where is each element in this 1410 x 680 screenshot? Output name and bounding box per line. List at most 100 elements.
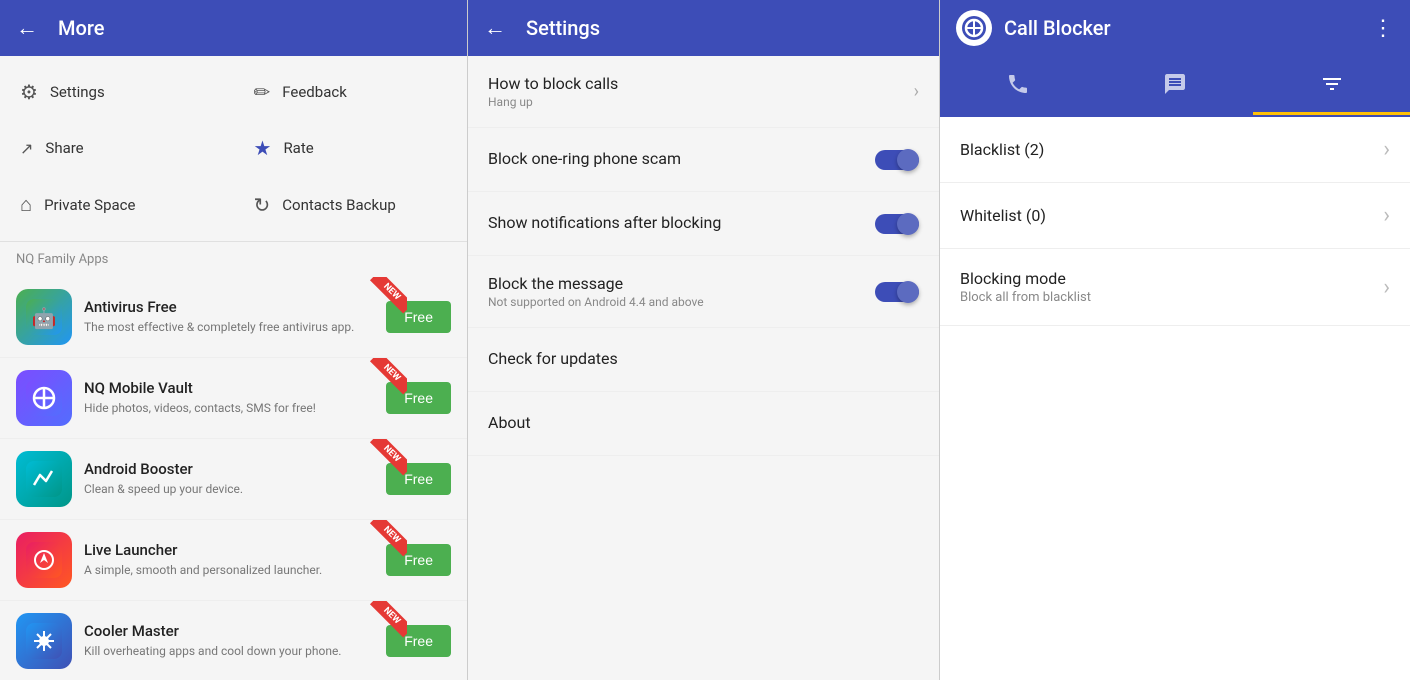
middle-panel: ← Settings How to block calls Hang up › … [468, 0, 940, 680]
settings-item-sub: Not supported on Android 4.4 and above [488, 295, 875, 309]
list-item[interactable]: Cooler Master Kill overheating apps and … [0, 601, 467, 680]
share-label: Share [45, 139, 83, 157]
settings-item-title: Block the message [488, 274, 875, 293]
settings-item-text: How to block calls Hang up [488, 74, 914, 109]
app-desc: The most effective & completely free ant… [84, 319, 386, 336]
settings-item-block-calls[interactable]: How to block calls Hang up › [468, 56, 939, 128]
app-name: Android Booster [84, 460, 386, 478]
settings-item-text: Check for updates [488, 349, 919, 370]
settings-item-title: Check for updates [488, 349, 919, 368]
settings-item-title: Show notifications after blocking [488, 213, 875, 232]
app-info: Android Booster Clean & speed up your de… [84, 460, 386, 498]
settings-item-text: About [488, 413, 919, 434]
menu-private-space[interactable]: ⌂ Private Space [0, 176, 234, 233]
blacklist-text: Blacklist (2) [960, 140, 1383, 159]
launcher-icon [16, 532, 72, 588]
toggle-thumb [897, 213, 919, 235]
settings-item-title: Block one-ring phone scam [488, 149, 875, 168]
list-item[interactable]: 🤖 Antivirus Free The most effective & co… [0, 277, 467, 358]
app-name: Live Launcher [84, 541, 386, 559]
left-panel: ← More ⚙ Settings ✏ Feedback ↗ Share ★ R… [0, 0, 468, 680]
settings-item-about[interactable]: About [468, 392, 939, 456]
svg-text:🤖: 🤖 [32, 306, 57, 330]
app-desc: Kill overheating apps and cool down your… [84, 643, 386, 660]
more-options-icon[interactable]: ⋮ [1372, 16, 1394, 41]
vault-icon [16, 370, 72, 426]
menu-share[interactable]: ↗ Share [0, 120, 234, 176]
list-item[interactable]: NQ Mobile Vault Hide photos, videos, con… [0, 358, 467, 439]
install-button[interactable]: Free [386, 625, 451, 657]
menu-settings[interactable]: ⚙ Settings [0, 64, 234, 120]
toggle-thumb [897, 149, 919, 171]
menu-rate[interactable]: ★ Rate [234, 120, 468, 176]
contacts-backup-label: Contacts Backup [282, 196, 396, 214]
app-logo [956, 10, 992, 46]
settings-item-text: Show notifications after blocking [488, 213, 875, 234]
blocking-mode-item[interactable]: Blocking mode Block all from blacklist › [940, 249, 1410, 326]
app-desc: Hide photos, videos, contacts, SMS for f… [84, 400, 386, 417]
whitelist-text: Whitelist (0) [960, 206, 1383, 225]
toggle-ring-scam[interactable] [875, 148, 919, 172]
right-title: Call Blocker [1004, 16, 1372, 40]
app-info: Antivirus Free The most effective & comp… [84, 298, 386, 336]
chevron-right-icon: › [1383, 275, 1390, 300]
blocklist: Blacklist (2) › Whitelist (0) › Blocking… [940, 117, 1410, 680]
tab-phone[interactable] [940, 56, 1097, 115]
chevron-right-icon: › [1383, 203, 1390, 228]
settings-item-text: Block one-ring phone scam [488, 149, 875, 170]
rate-label: Rate [283, 139, 313, 157]
settings-item-title: How to block calls [488, 74, 914, 93]
app-info: Cooler Master Kill overheating apps and … [84, 622, 386, 660]
feedback-label: Feedback [282, 83, 347, 101]
app-name: Cooler Master [84, 622, 386, 640]
private-space-label: Private Space [44, 196, 135, 214]
app-desc: Clean & speed up your device. [84, 481, 386, 498]
list-item[interactable]: Android Booster Clean & speed up your de… [0, 439, 467, 520]
cooler-icon [16, 613, 72, 669]
menu-contacts-backup[interactable]: ↻ Contacts Backup [234, 176, 468, 233]
toggle-block-message[interactable] [875, 280, 919, 304]
settings-list: How to block calls Hang up › Block one-r… [468, 56, 939, 680]
whitelist-item[interactable]: Whitelist (0) › [940, 183, 1410, 249]
tab-messages[interactable] [1097, 56, 1254, 115]
whitelist-title: Whitelist (0) [960, 206, 1383, 225]
settings-icon: ⚙ [20, 80, 38, 104]
right-panel: Call Blocker ⋮ Blacklist (2) › [940, 0, 1410, 680]
blocking-mode-title: Blocking mode [960, 269, 1383, 288]
middle-back-button[interactable]: ← [484, 15, 506, 41]
toggle-notifications[interactable] [875, 212, 919, 236]
section-label: NQ Family Apps [0, 242, 467, 277]
settings-item-block-message[interactable]: Block the message Not supported on Andro… [468, 256, 939, 328]
menu-feedback[interactable]: ✏ Feedback [234, 64, 468, 120]
settings-item-notifications[interactable]: Show notifications after blocking [468, 192, 939, 256]
app-info: NQ Mobile Vault Hide photos, videos, con… [84, 379, 386, 417]
settings-item-text: Block the message Not supported on Andro… [488, 274, 875, 309]
settings-item-title: About [488, 413, 919, 432]
call-blocker-tabs [940, 56, 1410, 117]
settings-item-ring-scam[interactable]: Block one-ring phone scam [468, 128, 939, 192]
app-name: Antivirus Free [84, 298, 386, 316]
left-title: More [58, 16, 451, 40]
chevron-right-icon: › [914, 81, 919, 102]
app-name: NQ Mobile Vault [84, 379, 386, 397]
tab-filter[interactable] [1253, 56, 1410, 115]
blacklist-title: Blacklist (2) [960, 140, 1383, 159]
refresh-icon: ↻ [254, 193, 271, 217]
settings-item-updates[interactable]: Check for updates [468, 328, 939, 392]
rate-icon: ★ [254, 136, 272, 160]
install-button[interactable]: Free [386, 301, 451, 333]
middle-header: ← Settings [468, 0, 939, 56]
install-button[interactable]: Free [386, 382, 451, 414]
app-list: 🤖 Antivirus Free The most effective & co… [0, 277, 467, 680]
install-button[interactable]: Free [386, 544, 451, 576]
blacklist-item[interactable]: Blacklist (2) › [940, 117, 1410, 183]
menu-grid: ⚙ Settings ✏ Feedback ↗ Share ★ Rate ⌂ P… [0, 56, 467, 242]
app-info: Live Launcher A simple, smooth and perso… [84, 541, 386, 579]
left-back-button[interactable]: ← [16, 15, 38, 41]
right-header: Call Blocker ⋮ [940, 0, 1410, 56]
list-item[interactable]: Live Launcher A simple, smooth and perso… [0, 520, 467, 601]
install-button[interactable]: Free [386, 463, 451, 495]
blocking-mode-sub: Block all from blacklist [960, 290, 1383, 305]
chevron-right-icon: › [1383, 137, 1390, 162]
middle-title: Settings [526, 16, 923, 40]
